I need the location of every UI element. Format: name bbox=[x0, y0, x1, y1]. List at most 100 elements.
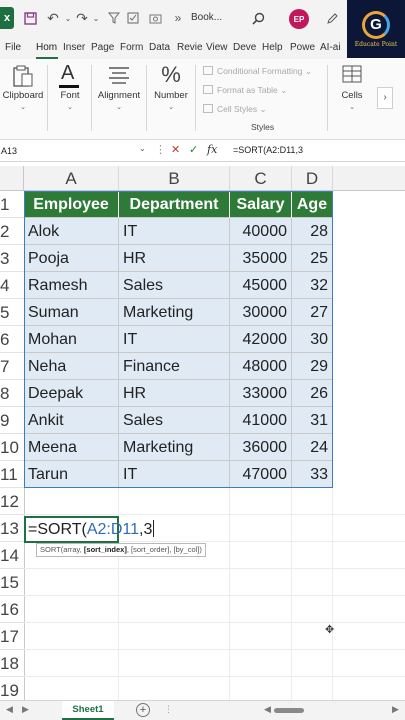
tab-help[interactable]: Help bbox=[262, 42, 283, 53]
user-avatar[interactable]: EP bbox=[289, 9, 309, 29]
tab-home[interactable]: Hom bbox=[36, 42, 57, 53]
cell-salary[interactable]: 36000 bbox=[230, 434, 292, 461]
cell-department[interactable]: Marketing bbox=[119, 299, 230, 326]
cell-salary[interactable]: 33000 bbox=[230, 380, 292, 407]
formula-input[interactable]: =SORT(A2:D11,3 bbox=[233, 145, 303, 155]
more-commands-icon[interactable]: » bbox=[168, 8, 188, 28]
column-header-b[interactable]: B bbox=[119, 166, 230, 191]
cell-salary[interactable]: 42000 bbox=[230, 326, 292, 353]
row-header[interactable]: 1 bbox=[0, 191, 24, 218]
cell-employee[interactable]: Deepak bbox=[24, 380, 119, 407]
cell-age[interactable]: 33 bbox=[292, 461, 333, 488]
row-header[interactable]: 3 bbox=[0, 245, 24, 272]
cell-department[interactable]: HR bbox=[119, 380, 230, 407]
cell-employee[interactable]: Suman bbox=[24, 299, 119, 326]
column-header-c[interactable]: C bbox=[230, 166, 292, 191]
cell-employee[interactable]: Ramesh bbox=[24, 272, 119, 299]
cancel-icon[interactable]: ✕ bbox=[171, 143, 180, 156]
pen-icon[interactable] bbox=[322, 8, 342, 28]
clipboard-group[interactable]: Clipboard ⌄ bbox=[0, 59, 46, 139]
horizontal-scrollbar-thumb[interactable] bbox=[274, 708, 304, 713]
alignment-group[interactable]: Alignment ⌄ bbox=[94, 59, 144, 139]
insert-function-icon[interactable]: fx bbox=[207, 143, 217, 156]
cell-age[interactable]: 32 bbox=[292, 272, 333, 299]
cell-employee[interactable]: Neha bbox=[24, 353, 119, 380]
cell-salary[interactable]: 47000 bbox=[230, 461, 292, 488]
row-header[interactable]: 18 bbox=[0, 650, 24, 677]
header-cell-salary[interactable]: Salary bbox=[230, 191, 292, 218]
cell-salary[interactable]: 48000 bbox=[230, 353, 292, 380]
select-all-corner[interactable] bbox=[0, 166, 24, 191]
column-header-e[interactable] bbox=[333, 166, 405, 191]
chevron-down-icon[interactable]: ⌄ bbox=[139, 144, 146, 153]
empty-row[interactable] bbox=[24, 623, 405, 650]
tab-formulas[interactable]: Form bbox=[120, 42, 143, 53]
cell-age[interactable]: 30 bbox=[292, 326, 333, 353]
cell-department[interactable]: Sales bbox=[119, 272, 230, 299]
tab-insert[interactable]: Inser bbox=[63, 42, 85, 53]
sheet-tab-sheet1[interactable]: Sheet1 bbox=[62, 701, 114, 720]
column-header-d[interactable]: D bbox=[292, 166, 333, 191]
camera-icon[interactable] bbox=[145, 8, 165, 28]
cell-employee[interactable]: Mohan bbox=[24, 326, 119, 353]
filter-icon[interactable] bbox=[104, 8, 124, 28]
cell-age[interactable]: 24 bbox=[292, 434, 333, 461]
tab-file[interactable]: File bbox=[5, 42, 21, 53]
empty-row[interactable] bbox=[24, 488, 405, 515]
tab-ai[interactable]: AI-ai bbox=[320, 42, 341, 53]
redo-dropdown-icon[interactable]: ⌄ bbox=[86, 8, 106, 28]
cell-department[interactable]: Finance bbox=[119, 353, 230, 380]
cell-salary[interactable]: 40000 bbox=[230, 218, 292, 245]
search-icon[interactable] bbox=[248, 8, 268, 28]
empty-row[interactable] bbox=[24, 569, 405, 596]
active-cell-formula[interactable]: =SORT(A2:D11,3 bbox=[28, 518, 155, 541]
row-header[interactable]: 12 bbox=[0, 488, 24, 515]
cell-department[interactable]: IT bbox=[119, 218, 230, 245]
font-group[interactable]: A Font ⌄ bbox=[52, 59, 88, 139]
cell-salary[interactable]: 41000 bbox=[230, 407, 292, 434]
tab-page-layout[interactable]: Page bbox=[91, 42, 114, 53]
ribbon-scroll-right-button[interactable]: › bbox=[377, 87, 393, 109]
tab-review[interactable]: Revie bbox=[177, 42, 203, 53]
cell-age[interactable]: 25 bbox=[292, 245, 333, 272]
add-sheet-button[interactable]: + bbox=[136, 703, 150, 717]
cell-department[interactable]: Sales bbox=[119, 407, 230, 434]
column-header-a[interactable]: A bbox=[24, 166, 119, 191]
header-cell-employee[interactable]: Employee bbox=[24, 191, 119, 218]
next-sheet-icon[interactable]: ▶ bbox=[22, 704, 29, 715]
tab-developer[interactable]: Deve bbox=[233, 42, 256, 53]
form-icon[interactable] bbox=[123, 8, 143, 28]
cell-age[interactable]: 26 bbox=[292, 380, 333, 407]
scroll-left-icon[interactable]: ◀ bbox=[264, 704, 271, 715]
save-icon[interactable] bbox=[20, 8, 40, 28]
row-header[interactable]: 16 bbox=[0, 596, 24, 623]
spreadsheet-grid[interactable]: A B C D 1 2 3 4 5 6 7 8 9 10 11 12 13 14… bbox=[0, 166, 405, 704]
tab-power[interactable]: Powe bbox=[290, 42, 315, 53]
name-box[interactable]: A13 bbox=[0, 142, 150, 160]
row-header[interactable]: 2 bbox=[0, 218, 24, 245]
cell-salary[interactable]: 30000 bbox=[230, 299, 292, 326]
number-group[interactable]: % Number ⌄ bbox=[149, 59, 193, 139]
cell-employee[interactable]: Ankit bbox=[24, 407, 119, 434]
cell-department[interactable]: HR bbox=[119, 245, 230, 272]
enter-icon[interactable]: ✓ bbox=[189, 143, 198, 156]
row-header[interactable]: 17 bbox=[0, 623, 24, 650]
row-header[interactable]: 9 bbox=[0, 407, 24, 434]
format-as-table-button[interactable]: Format as Table ⌄ bbox=[203, 85, 287, 96]
cell-employee[interactable]: Meena bbox=[24, 434, 119, 461]
row-header[interactable]: 10 bbox=[0, 434, 24, 461]
cell-department[interactable]: Marketing bbox=[119, 434, 230, 461]
row-header[interactable]: 6 bbox=[0, 326, 24, 353]
cell-salary[interactable]: 35000 bbox=[230, 245, 292, 272]
cell-employee[interactable]: Pooja bbox=[24, 245, 119, 272]
row-header[interactable]: 13 bbox=[0, 515, 24, 542]
row-header[interactable]: 5 bbox=[0, 299, 24, 326]
empty-row[interactable] bbox=[24, 650, 405, 677]
row-header[interactable]: 11 bbox=[0, 461, 24, 488]
cell-age[interactable]: 29 bbox=[292, 353, 333, 380]
conditional-formatting-button[interactable]: Conditional Formatting ⌄ bbox=[203, 66, 312, 77]
prev-sheet-icon[interactable]: ◀ bbox=[6, 704, 13, 715]
row-header[interactable]: 7 bbox=[0, 353, 24, 380]
cell-age[interactable]: 27 bbox=[292, 299, 333, 326]
cell-styles-button[interactable]: Cell Styles ⌄ bbox=[203, 104, 267, 115]
